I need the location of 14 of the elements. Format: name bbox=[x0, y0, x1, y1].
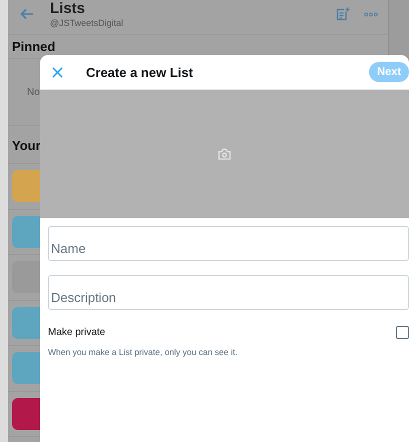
text-field[interactable]: Name bbox=[48, 226, 409, 261]
add-photo-icon[interactable] bbox=[218, 148, 231, 160]
empty-pinned-text: No bbox=[27, 86, 40, 98]
new-list-icon[interactable] bbox=[336, 7, 350, 21]
page-title: Lists bbox=[50, 0, 86, 18]
account-handle: @JSTweetsDigital bbox=[50, 18, 124, 28]
private-hint-text: When you make a List private, only you can see it. bbox=[48, 347, 238, 357]
close-icon[interactable] bbox=[52, 66, 63, 78]
dialog-title: Create a new List bbox=[86, 64, 194, 80]
make-private-checkbox[interactable] bbox=[396, 326, 409, 339]
more-icon[interactable] bbox=[364, 12, 378, 16]
back-arrow-icon[interactable] bbox=[20, 8, 34, 20]
text-field[interactable]: Description bbox=[48, 275, 409, 310]
make-private-label: Make private bbox=[48, 327, 106, 338]
